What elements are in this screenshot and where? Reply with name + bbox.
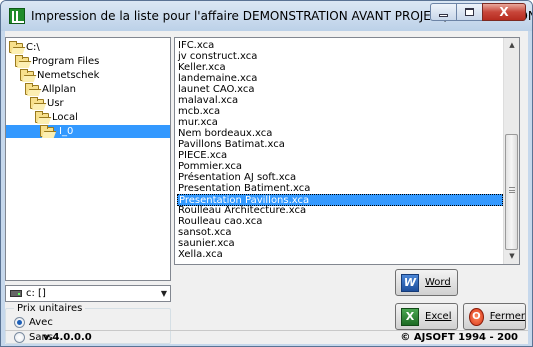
folder-tree[interactable]: C:\ Program Files Nemetschek Allplan Usr… bbox=[5, 37, 171, 281]
radio-avec[interactable]: Avec bbox=[14, 317, 53, 328]
drive-icon bbox=[10, 290, 22, 297]
tree-item-label: Program Files bbox=[32, 56, 100, 67]
tree-item-label: Allplan bbox=[42, 84, 76, 95]
copyright-label: © AJSOFT 1994 - 200 bbox=[400, 332, 518, 343]
folder-open-icon bbox=[30, 96, 44, 109]
tree-item-label: Usr bbox=[47, 98, 64, 109]
tree-item-local[interactable]: Local bbox=[35, 110, 78, 124]
tree-item-i0[interactable]: I_0 bbox=[6, 124, 170, 138]
app-icon bbox=[9, 8, 25, 24]
title-bar[interactable]: Impression de la liste pour l'affaire DE… bbox=[1, 1, 532, 31]
close-button[interactable]: O Fermer bbox=[463, 303, 526, 330]
maximize-icon bbox=[465, 8, 474, 16]
tree-item-root[interactable]: C:\ bbox=[9, 40, 40, 54]
word-button-label: Word bbox=[425, 277, 451, 288]
radio-label: Avec bbox=[29, 317, 53, 328]
word-button[interactable]: W Word bbox=[395, 269, 458, 296]
file-item[interactable]: Xella.xca bbox=[177, 249, 503, 261]
caption-buttons: X bbox=[430, 3, 526, 23]
tree-item-label: Local bbox=[52, 112, 78, 123]
scroll-down-icon[interactable]: ▼ bbox=[504, 249, 519, 264]
version-label: v.4.0.0.0 bbox=[43, 332, 92, 343]
excel-button[interactable]: X Excel bbox=[395, 303, 458, 330]
radio-button-avec[interactable] bbox=[14, 317, 25, 328]
file-list[interactable]: IFC.xca jv construct.xca Keller.xca land… bbox=[174, 37, 520, 265]
tree-item-allplan[interactable]: Allplan bbox=[25, 82, 76, 96]
maximize-button[interactable] bbox=[456, 3, 482, 21]
tree-item-nemetschek[interactable]: Nemetschek bbox=[20, 68, 100, 82]
word-icon: W bbox=[401, 273, 419, 292]
tree-item-label: I_0 bbox=[57, 125, 76, 138]
minimize-icon bbox=[439, 13, 448, 17]
dialog-client-area: C:\ Program Files Nemetschek Allplan Usr… bbox=[5, 31, 528, 344]
tree-item-label: Nemetschek bbox=[37, 70, 100, 81]
file-list-scrollbar[interactable]: ▲ ▼ bbox=[503, 38, 519, 264]
drive-value: c: [] bbox=[26, 288, 46, 299]
scroll-up-icon[interactable]: ▲ bbox=[504, 38, 519, 53]
power-icon: O bbox=[469, 307, 484, 326]
unit-price-title: Prix unitaires bbox=[14, 303, 86, 314]
folder-open-icon bbox=[20, 68, 34, 81]
print-list-window: Impression de la liste pour l'affaire DE… bbox=[0, 0, 533, 347]
tree-item-label: C:\ bbox=[26, 42, 40, 53]
drive-select[interactable]: c: [] ▼ bbox=[5, 285, 171, 302]
grip-icon bbox=[509, 187, 515, 193]
folder-open-icon bbox=[35, 110, 49, 123]
folder-open-icon bbox=[9, 40, 23, 53]
status-bar: v.4.0.0.0 © AJSOFT 1994 - 200 bbox=[5, 330, 528, 344]
tree-item-program-files[interactable]: Program Files bbox=[15, 54, 100, 68]
folder-open-icon bbox=[15, 54, 29, 67]
close-icon: X bbox=[499, 5, 509, 19]
close-button-label: Fermer bbox=[489, 311, 525, 322]
scroll-thumb[interactable] bbox=[505, 134, 518, 250]
folder-open-icon bbox=[25, 82, 39, 95]
folder-open-icon bbox=[40, 124, 54, 137]
excel-icon: X bbox=[401, 307, 419, 326]
close-window-button[interactable]: X bbox=[482, 3, 526, 21]
excel-button-label: Excel bbox=[425, 311, 452, 322]
minimize-button[interactable] bbox=[430, 3, 456, 21]
tree-item-usr[interactable]: Usr bbox=[30, 96, 64, 110]
chevron-down-icon[interactable]: ▼ bbox=[161, 289, 167, 298]
